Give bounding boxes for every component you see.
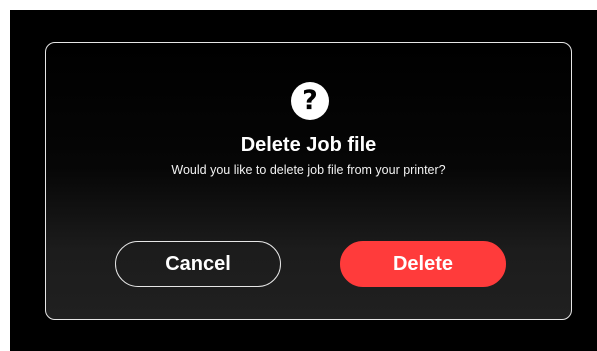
dialog-title: Delete Job file — [240, 134, 377, 156]
delete-job-dialog: ? Delete Job file Would you like to dele… — [45, 42, 572, 320]
delete-button[interactable]: Delete — [340, 241, 506, 287]
printer-screen: ? Delete Job file Would you like to dele… — [10, 10, 597, 351]
question-mark-icon: ? — [291, 82, 329, 120]
cancel-button[interactable]: Cancel — [115, 241, 281, 287]
dialog-message: Would you like to delete job file from y… — [171, 163, 446, 177]
